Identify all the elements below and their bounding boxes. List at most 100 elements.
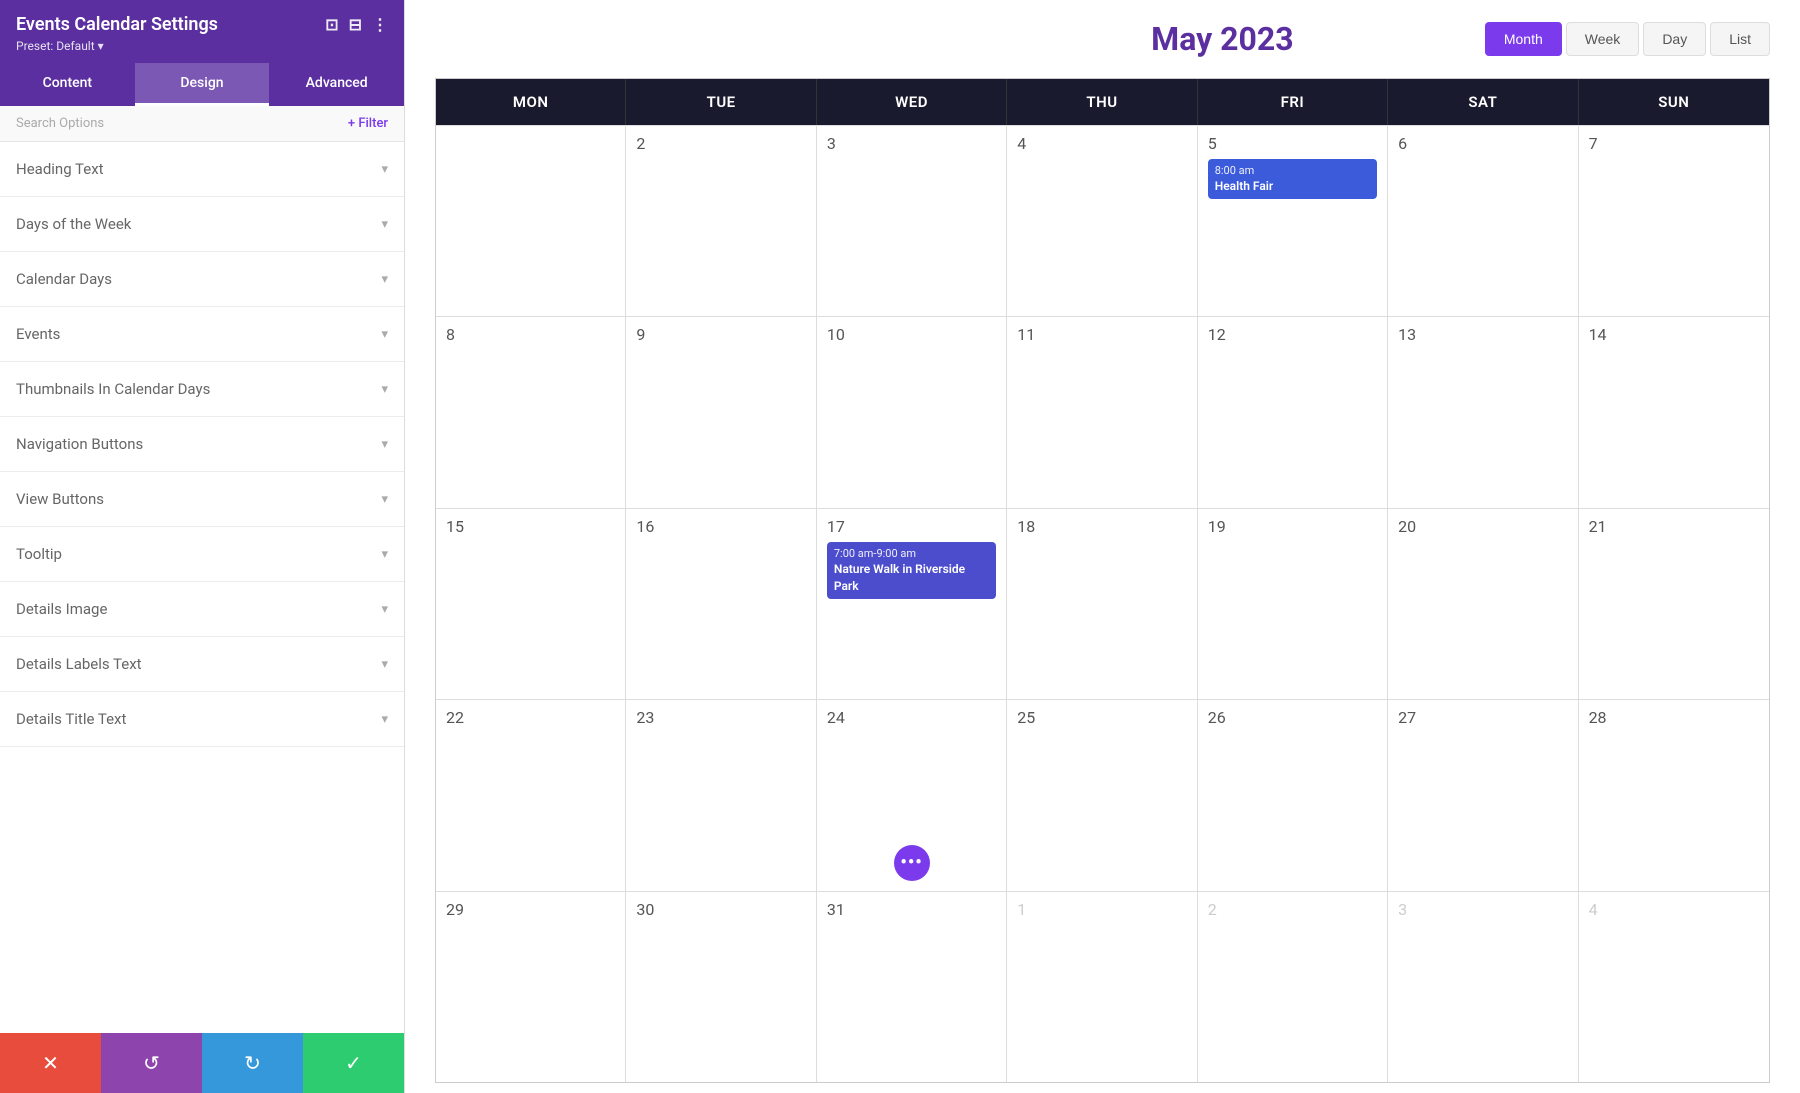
event-health-fair[interactable]: 8:00 am Health Fair bbox=[1208, 159, 1377, 199]
cal-cell[interactable]: 11 bbox=[1007, 317, 1197, 507]
cal-cell-24[interactable]: 24 ••• bbox=[817, 700, 1007, 890]
cal-cell[interactable]: 3 bbox=[817, 126, 1007, 316]
cal-cell[interactable]: 2 bbox=[626, 126, 816, 316]
save-button[interactable]: ✓ bbox=[303, 1033, 404, 1093]
calendar-main: May 2023 Month Week Day List MON TUE WED… bbox=[405, 0, 1800, 1093]
cal-cell[interactable]: 4 bbox=[1579, 892, 1769, 1082]
section-nav-buttons-label: Navigation Buttons bbox=[16, 435, 143, 453]
sidebar-actions: ✕ ↺ ↻ ✓ bbox=[0, 1033, 404, 1093]
cal-cell[interactable]: 6 bbox=[1388, 126, 1578, 316]
chevron-down-icon: ▾ bbox=[381, 272, 388, 287]
cal-cell[interactable]: 16 bbox=[626, 509, 816, 699]
search-options-label: Search Options bbox=[16, 116, 104, 131]
calendar-body: 2 3 4 5 8:00 am Health Fair 6 7 8 9 10 1 bbox=[436, 125, 1769, 1082]
chevron-down-icon: ▾ bbox=[381, 657, 388, 672]
redo-button[interactable]: ↻ bbox=[202, 1033, 303, 1093]
section-thumbnails-label: Thumbnails In Calendar Days bbox=[16, 380, 210, 398]
cal-cell[interactable]: 9 bbox=[626, 317, 816, 507]
section-events[interactable]: Events ▾ bbox=[0, 307, 404, 362]
cal-cell[interactable]: 18 bbox=[1007, 509, 1197, 699]
tab-content[interactable]: Content bbox=[0, 63, 135, 106]
section-days-of-week[interactable]: Days of the Week ▾ bbox=[0, 197, 404, 252]
cal-cell[interactable]: 8 bbox=[436, 317, 626, 507]
day-header-sat: SAT bbox=[1388, 79, 1578, 125]
cal-cell[interactable]: 25 bbox=[1007, 700, 1197, 890]
preset-label[interactable]: Preset: Default ▾ bbox=[16, 39, 388, 53]
filter-button[interactable]: + Filter bbox=[348, 116, 388, 131]
more-events-button[interactable]: ••• bbox=[894, 845, 930, 881]
day-header-tue: TUE bbox=[626, 79, 816, 125]
minimize-icon[interactable]: ⊡ bbox=[325, 15, 338, 34]
section-details-labels-label: Details Labels Text bbox=[16, 655, 142, 673]
close-button[interactable]: ✕ bbox=[0, 1033, 101, 1093]
cal-cell[interactable]: 12 bbox=[1198, 317, 1388, 507]
section-thumbnails[interactable]: Thumbnails In Calendar Days ▾ bbox=[0, 362, 404, 417]
chevron-down-icon: ▾ bbox=[381, 382, 388, 397]
section-nav-buttons[interactable]: Navigation Buttons ▾ bbox=[0, 417, 404, 472]
sidebar-header: Events Calendar Settings ⊡ ⊟ ⋮ Preset: D… bbox=[0, 0, 404, 63]
view-week-button[interactable]: Week bbox=[1566, 22, 1640, 56]
cal-cell[interactable]: 3 bbox=[1388, 892, 1578, 1082]
cal-cell[interactable]: 22 bbox=[436, 700, 626, 890]
cal-cell[interactable]: 20 bbox=[1388, 509, 1578, 699]
view-month-button[interactable]: Month bbox=[1485, 22, 1562, 56]
cal-cell[interactable]: 28 bbox=[1579, 700, 1769, 890]
cal-cell[interactable]: 30 bbox=[626, 892, 816, 1082]
chevron-down-icon: ▾ bbox=[381, 492, 388, 507]
section-tooltip[interactable]: Tooltip ▾ bbox=[0, 527, 404, 582]
cal-cell[interactable]: 10 bbox=[817, 317, 1007, 507]
section-tooltip-label: Tooltip bbox=[16, 545, 62, 563]
chevron-down-icon: ▾ bbox=[381, 162, 388, 177]
cal-cell[interactable]: 31 bbox=[817, 892, 1007, 1082]
undo-button[interactable]: ↺ bbox=[101, 1033, 202, 1093]
chevron-down-icon: ▾ bbox=[381, 327, 388, 342]
calendar-row: 22 23 24 ••• 25 26 27 28 bbox=[436, 699, 1769, 890]
cal-cell[interactable]: 14 bbox=[1579, 317, 1769, 507]
cal-cell[interactable]: 29 bbox=[436, 892, 626, 1082]
cal-cell[interactable]: 19 bbox=[1198, 509, 1388, 699]
section-events-label: Events bbox=[16, 325, 60, 343]
cal-cell[interactable]: 4 bbox=[1007, 126, 1197, 316]
day-header-mon: MON bbox=[436, 79, 626, 125]
section-calendar-days[interactable]: Calendar Days ▾ bbox=[0, 252, 404, 307]
chevron-down-icon: ▾ bbox=[381, 602, 388, 617]
day-header-sun: SUN bbox=[1579, 79, 1769, 125]
section-details-image[interactable]: Details Image ▾ bbox=[0, 582, 404, 637]
cal-cell[interactable]: 23 bbox=[626, 700, 816, 890]
tab-advanced[interactable]: Advanced bbox=[269, 63, 404, 106]
calendar-row: 2 3 4 5 8:00 am Health Fair 6 7 bbox=[436, 125, 1769, 316]
cal-cell[interactable]: 21 bbox=[1579, 509, 1769, 699]
section-view-buttons-label: View Buttons bbox=[16, 490, 104, 508]
expand-icon[interactable]: ⊟ bbox=[349, 15, 362, 34]
chevron-down-icon: ▾ bbox=[381, 217, 388, 232]
cal-cell[interactable]: 7 bbox=[1579, 126, 1769, 316]
calendar-title: May 2023 bbox=[960, 20, 1485, 58]
section-details-title[interactable]: Details Title Text ▾ bbox=[0, 692, 404, 747]
section-details-labels[interactable]: Details Labels Text ▾ bbox=[0, 637, 404, 692]
calendar-row: 15 16 17 7:00 am-9:00 am Nature Walk in … bbox=[436, 508, 1769, 699]
section-heading-text[interactable]: Heading Text ▾ bbox=[0, 142, 404, 197]
more-options-icon[interactable]: ⋮ bbox=[372, 15, 388, 34]
section-view-buttons[interactable]: View Buttons ▾ bbox=[0, 472, 404, 527]
calendar-days-header: MON TUE WED THU FRI SAT SUN bbox=[436, 79, 1769, 125]
section-details-image-label: Details Image bbox=[16, 600, 107, 618]
tab-design[interactable]: Design bbox=[135, 63, 270, 106]
day-header-fri: FRI bbox=[1198, 79, 1388, 125]
cal-cell[interactable]: 15 bbox=[436, 509, 626, 699]
section-calendar-days-label: Calendar Days bbox=[16, 270, 112, 288]
cal-cell-17[interactable]: 17 7:00 am-9:00 am Nature Walk in Rivers… bbox=[817, 509, 1007, 699]
view-list-button[interactable]: List bbox=[1710, 22, 1770, 56]
cal-cell[interactable]: 2 bbox=[1198, 892, 1388, 1082]
cal-cell[interactable]: 1 bbox=[1007, 892, 1197, 1082]
cal-cell[interactable] bbox=[436, 126, 626, 316]
sidebar: Events Calendar Settings ⊡ ⊟ ⋮ Preset: D… bbox=[0, 0, 405, 1093]
event-nature-walk[interactable]: 7:00 am-9:00 am Nature Walk in Riverside… bbox=[827, 542, 996, 599]
chevron-down-icon: ▾ bbox=[381, 712, 388, 727]
sidebar-tabs: Content Design Advanced bbox=[0, 63, 404, 106]
cal-cell-5[interactable]: 5 8:00 am Health Fair bbox=[1198, 126, 1388, 316]
cal-cell[interactable]: 13 bbox=[1388, 317, 1578, 507]
view-day-button[interactable]: Day bbox=[1643, 22, 1706, 56]
cal-cell[interactable]: 26 bbox=[1198, 700, 1388, 890]
section-details-title-label: Details Title Text bbox=[16, 710, 126, 728]
cal-cell[interactable]: 27 bbox=[1388, 700, 1578, 890]
